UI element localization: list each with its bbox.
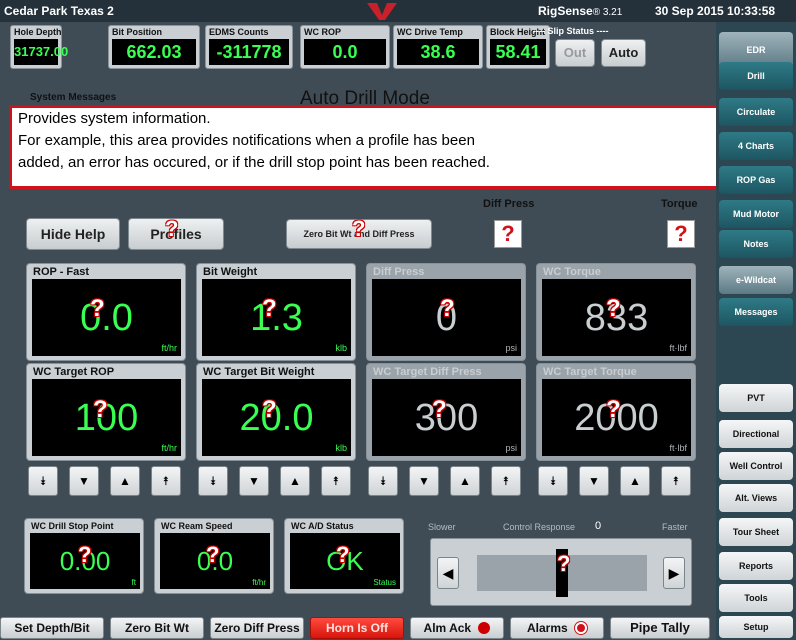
torque-up-button[interactable]: ▲ bbox=[620, 466, 650, 496]
alarm-ack-icon bbox=[478, 622, 491, 634]
set-depth-bit-button[interactable]: Set Depth/Bit bbox=[0, 617, 104, 639]
wc-drive-temp-readout: WC Drive Temp 38.6 bbox=[393, 25, 483, 69]
diff-press-fast-up-button[interactable]: ⯭ bbox=[491, 466, 521, 496]
diff-press-help-button[interactable]: ? bbox=[494, 220, 522, 248]
zero-bit-help-marker[interactable]: ? bbox=[352, 216, 365, 242]
alarm-ack-button[interactable]: Alm Ack bbox=[410, 617, 504, 639]
bit-weight-up-button[interactable]: ▲ bbox=[280, 466, 310, 496]
nav-notes[interactable]: Notes bbox=[719, 230, 793, 258]
pipe-tally-button[interactable]: Pipe Tally bbox=[610, 617, 710, 639]
nav-drill[interactable]: Drill bbox=[719, 62, 793, 90]
help-marker[interactable]: ? bbox=[432, 396, 447, 424]
nav-tour-sheet[interactable]: Tour Sheet bbox=[719, 518, 793, 546]
help-marker[interactable]: ? bbox=[262, 295, 277, 323]
control-response-value: 0 bbox=[595, 520, 602, 532]
hide-help-button[interactable]: Hide Help bbox=[26, 218, 120, 250]
profiles-help-marker[interactable]: ? bbox=[165, 216, 178, 242]
alarms-button[interactable]: Alarms bbox=[510, 617, 604, 639]
diff-press-down-button[interactable]: ▼ bbox=[409, 466, 439, 496]
bit-weight-fast-down-button[interactable]: ⯯ bbox=[198, 466, 228, 496]
nav-circulate[interactable]: Circulate bbox=[719, 98, 793, 126]
bit-weight-down-button[interactable]: ▼ bbox=[239, 466, 269, 496]
bit-weight-fast-up-button[interactable]: ⯭ bbox=[321, 466, 351, 496]
nov-logo bbox=[367, 3, 397, 20]
diff-press-up-button[interactable]: ▲ bbox=[450, 466, 480, 496]
nav-mud-motor[interactable]: Mud Motor bbox=[719, 200, 793, 228]
nav-setup[interactable]: Setup bbox=[719, 616, 793, 638]
torque-help-button[interactable]: ? bbox=[667, 220, 695, 248]
slip-auto-button[interactable]: Auto bbox=[601, 39, 646, 67]
nav-directional[interactable]: Directional bbox=[719, 420, 793, 448]
help-marker[interactable]: ? bbox=[78, 542, 91, 568]
rop-fast-down-button[interactable]: ⯯ bbox=[28, 466, 58, 496]
title-bar: Cedar Park Texas 2 RigSense® 3.21 30 Sep… bbox=[0, 0, 796, 22]
slip-out-button[interactable]: Out bbox=[555, 39, 595, 67]
slower-button[interactable]: ◀ bbox=[437, 557, 459, 589]
help-marker[interactable]: ? bbox=[262, 396, 277, 424]
help-marker[interactable]: ? bbox=[557, 551, 570, 577]
alarm-light-icon bbox=[575, 622, 588, 634]
help-marker[interactable]: ? bbox=[93, 396, 108, 424]
nav-reports[interactable]: Reports bbox=[719, 552, 793, 580]
app-name: RigSense® 3.21 bbox=[538, 4, 623, 18]
rop-down-button[interactable]: ▼ bbox=[69, 466, 99, 496]
bit-position-readout: Bit Position 662.03 bbox=[108, 25, 200, 69]
nav-rop-gas[interactable]: ROP Gas bbox=[719, 166, 793, 194]
help-overlay: Provides system information. For example… bbox=[9, 105, 729, 189]
nav-well-control[interactable]: Well Control bbox=[719, 452, 793, 480]
torque-fast-up-button[interactable]: ⯭ bbox=[661, 466, 691, 496]
slower-label: Slower bbox=[428, 522, 456, 532]
nav-e-wildcat[interactable]: e-Wildcat bbox=[719, 266, 793, 294]
nav-4-charts[interactable]: 4 Charts bbox=[719, 132, 793, 160]
help-marker[interactable]: ? bbox=[336, 542, 349, 568]
rop-up-button[interactable]: ▲ bbox=[110, 466, 140, 496]
zero-bit-wt-button[interactable]: Zero Bit Wt bbox=[110, 617, 204, 639]
help-marker[interactable]: ? bbox=[440, 295, 455, 323]
horn-toggle-button[interactable]: Horn Is Off bbox=[310, 617, 404, 639]
torque-label: Torque bbox=[661, 198, 698, 210]
diff-press-label: Diff Press bbox=[483, 198, 535, 210]
faster-button[interactable]: ▶ bbox=[663, 557, 685, 589]
help-marker[interactable]: ? bbox=[606, 295, 621, 323]
wc-rop-readout: WC ROP 0.0 bbox=[300, 25, 390, 69]
diff-press-fast-down-button[interactable]: ⯯ bbox=[368, 466, 398, 496]
edms-counts-readout: EDMS Counts -311778 bbox=[205, 25, 293, 69]
torque-fast-down-button[interactable]: ⯯ bbox=[538, 466, 568, 496]
slip-status: ---- Slip Status ---- Out Auto bbox=[483, 25, 715, 69]
nav-alt-views[interactable]: Alt. Views bbox=[719, 484, 793, 512]
rig-location: Cedar Park Texas 2 bbox=[4, 4, 114, 18]
nav-pvt[interactable]: PVT bbox=[719, 384, 793, 412]
system-messages-label: System Messages bbox=[30, 92, 117, 103]
torque-down-button[interactable]: ▼ bbox=[579, 466, 609, 496]
rop-fast-up-button[interactable]: ⯭ bbox=[151, 466, 181, 496]
rop-fast-panel: ROP - Fast 0.0 ft/hr bbox=[26, 263, 186, 361]
help-marker[interactable]: ? bbox=[206, 542, 219, 568]
datetime: 30 Sep 2015 10:33:58 bbox=[655, 4, 776, 18]
nav-messages[interactable]: Messages bbox=[719, 298, 793, 326]
control-response-label: Control Response bbox=[503, 522, 576, 532]
hole-depth-readout: Hole Depth 31737.00 bbox=[10, 25, 68, 69]
nav-tools[interactable]: Tools bbox=[719, 584, 793, 612]
help-marker[interactable]: ? bbox=[90, 295, 105, 323]
help-marker[interactable]: ? bbox=[606, 396, 621, 424]
zero-diff-press-button[interactable]: Zero Diff Press bbox=[210, 617, 304, 639]
faster-label: Faster bbox=[662, 522, 688, 532]
nav-sidebar: EDR Drill Circulate 4 Charts ROP Gas Mud… bbox=[716, 22, 796, 640]
